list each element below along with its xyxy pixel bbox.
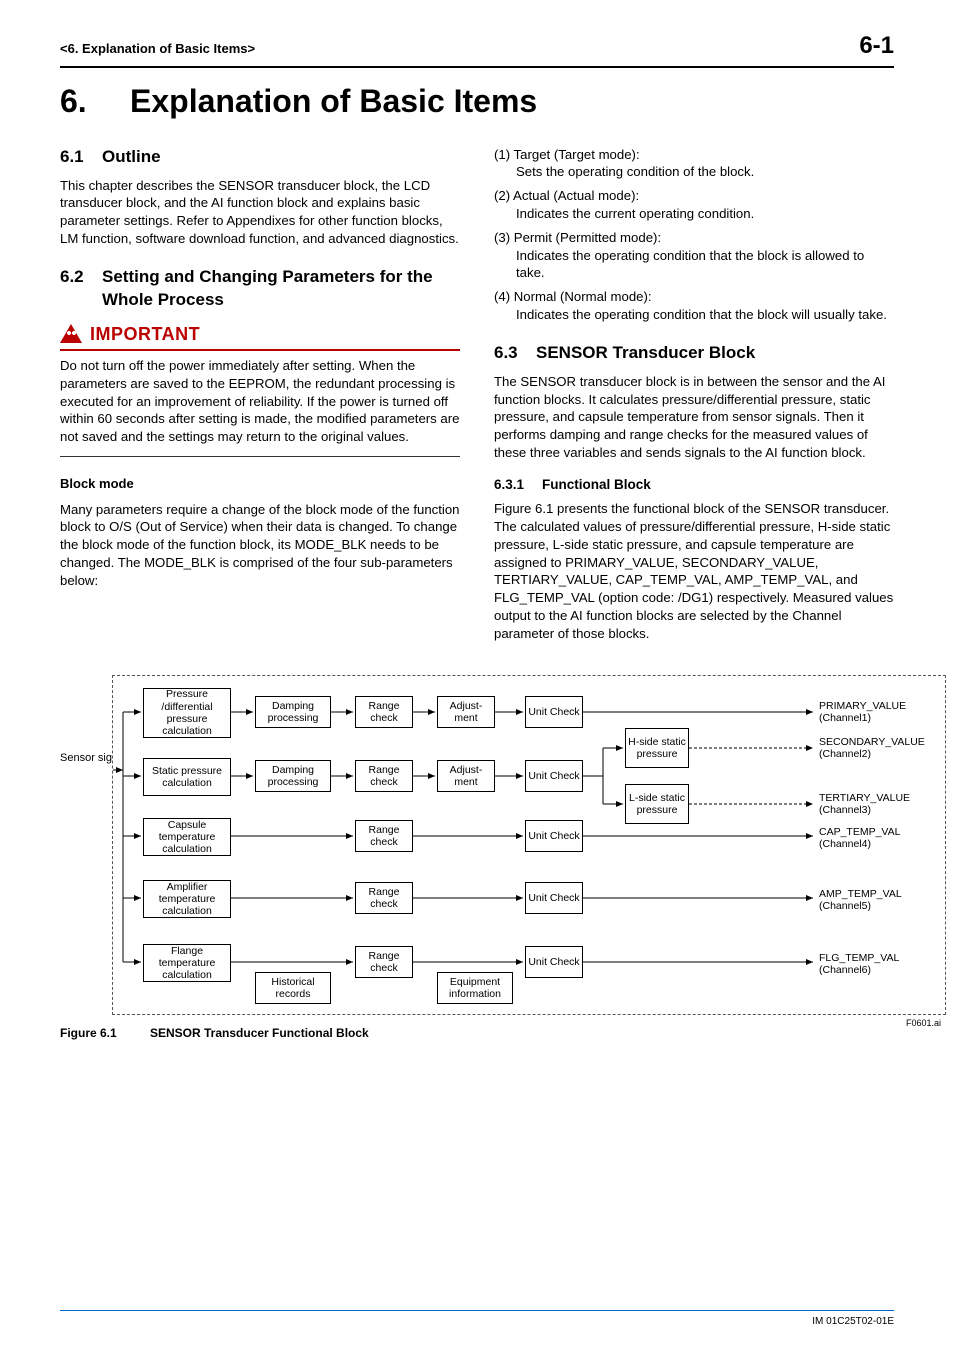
historical-box: Historical records [255,972,331,1004]
figure-6-1: Sensor signals [60,675,894,1041]
list-item: (4) Normal (Normal mode):Indicates the o… [494,288,894,324]
left-column: 6.1Outline This chapter describes the SE… [60,146,460,655]
list-item: (3) Permit (Permitted mode):Indicates th… [494,229,894,282]
chapter-number: 6. [60,80,130,123]
sec-6-2-heading: 6.2Setting and Changing Parameters for t… [60,266,460,312]
list-item: (2) Actual (Actual mode):Indicates the c… [494,187,894,223]
output-label: SECONDARY_VALUE (Channel2) [819,736,945,760]
range-box: Range check [355,882,413,914]
damping-box: Damping processing [255,696,331,728]
output-label: PRIMARY_VALUE (Channel1) [819,700,945,724]
warning-icon [60,324,82,343]
page-header: <6. Explanation of Basic Items> 6-1 [60,30,894,68]
output-label: FLG_TEMP_VAL (Channel6) [819,952,945,976]
block-mode-body: Many parameters require a change of the … [60,501,460,590]
output-label: AMP_TEMP_VAL (Channel5) [819,888,945,912]
calc-box: Static pressure calculation [143,758,231,796]
page-number: 6-1 [859,30,894,62]
important-body: Do not turn off the power immediately af… [60,357,460,457]
mode-list: (1) Target (Target mode):Sets the operat… [494,146,894,324]
list-item: (1) Target (Target mode):Sets the operat… [494,146,894,182]
unit-box: Unit Check [525,820,583,852]
range-box: Range check [355,946,413,978]
damping-box: Damping processing [255,760,331,792]
figure-caption: Figure 6.1SENSOR Transducer Functional B… [60,1025,894,1041]
sec-6-3-1-heading: 6.3.1Functional Block [494,476,894,494]
sec-6-3-body: The SENSOR transducer block is in betwee… [494,373,894,462]
sec-6-1-heading: 6.1Outline [60,146,460,169]
lside-box: L-side static pressure [625,784,689,824]
adjust-box: Adjust-ment [437,696,495,728]
sec-6-3-heading: 6.3SENSOR Transducer Block [494,342,894,365]
hside-box: H-side static pressure [625,728,689,768]
important-callout: IMPORTANT Do not turn off the power imme… [60,322,460,457]
breadcrumb: <6. Explanation of Basic Items> [60,40,255,58]
unit-box: Unit Check [525,760,583,792]
chapter-text: Explanation of Basic Items [130,83,537,119]
diagram-canvas: Pressure /differential pressure calculat… [112,675,946,1015]
doc-id: IM 01C25T02-01E [812,1316,894,1327]
calc-box: Capsule temperature calculation [143,818,231,856]
right-column: (1) Target (Target mode):Sets the operat… [494,146,894,655]
calc-box: Amplifier temperature calculation [143,880,231,918]
equipment-box: Equipment information [437,972,513,1004]
range-box: Range check [355,820,413,852]
calc-box: Pressure /differential pressure calculat… [143,688,231,738]
output-label: TERTIARY_VALUE (Channel3) [819,792,945,816]
output-label: CAP_TEMP_VAL (Channel4) [819,826,945,850]
range-box: Range check [355,760,413,792]
range-box: Range check [355,696,413,728]
unit-box: Unit Check [525,946,583,978]
unit-box: Unit Check [525,882,583,914]
chapter-title: 6.Explanation of Basic Items [60,80,894,123]
adjust-box: Adjust-ment [437,760,495,792]
diagram-source: F0601.ai [906,1017,941,1029]
page-footer: IM 01C25T02-01E [60,1310,894,1329]
sec-6-1-body: This chapter describes the SENSOR transd… [60,177,460,248]
block-mode-heading: Block mode [60,475,460,493]
important-label: IMPORTANT [90,322,200,346]
sec-6-3-1-body: Figure 6.1 presents the functional block… [494,500,894,643]
calc-box: Flange temperature calculation [143,944,231,982]
unit-box: Unit Check [525,696,583,728]
